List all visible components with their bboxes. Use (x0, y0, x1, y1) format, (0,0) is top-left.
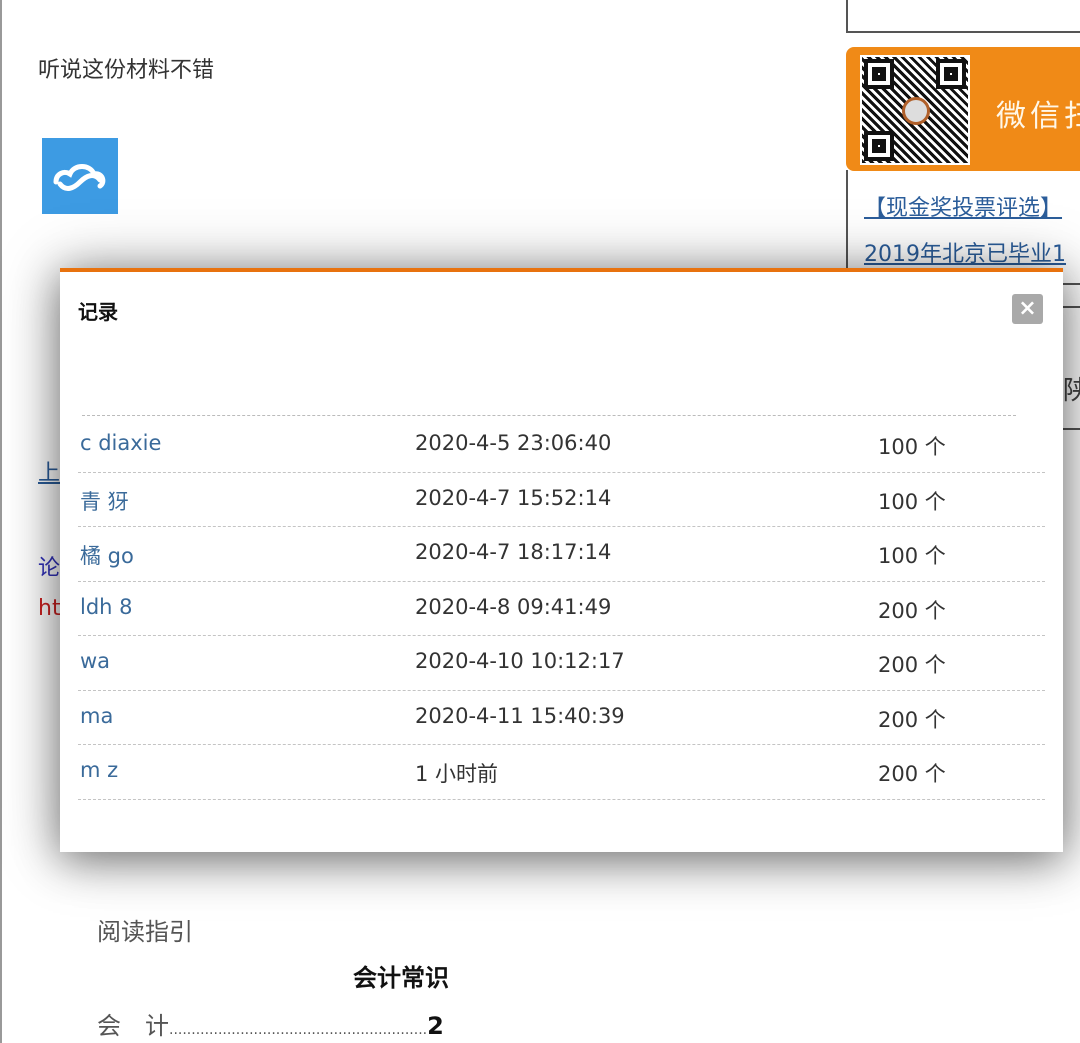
sidebar-link[interactable]: 2019年北京已毕业1 (864, 236, 1066, 268)
user-name[interactable]: 橘 go (80, 540, 134, 570)
record-amount: 200 个 (878, 762, 946, 786)
table-row: c diaxie 2020-4-5 23:06:40 100 个 (78, 417, 1045, 473)
divider (1063, 283, 1080, 285)
divider (1063, 428, 1080, 430)
record-time: 2020-4-8 09:41:49 (415, 594, 612, 619)
record-amount: 200 个 (878, 598, 946, 623)
record-amount: 200 个 (878, 707, 946, 732)
table-row: m z 1 小时前 200 个 (78, 744, 1045, 800)
sidebar-box (846, 0, 1080, 33)
toc-entry[interactable]: 会 计.....................................… (97, 1006, 444, 1041)
sidebar-partial-text: 陕 (1063, 376, 1080, 406)
cloud-icon[interactable] (42, 138, 118, 214)
user-name[interactable]: 青 犽 (80, 486, 129, 516)
bg-link[interactable]: ht (38, 596, 61, 621)
toc-dots: ........................................… (169, 1022, 428, 1038)
user-name[interactable]: ma (80, 704, 113, 728)
wechat-banner[interactable]: 微信扫 (846, 47, 1080, 171)
record-amount: 100 个 (878, 435, 946, 459)
record-amount: 100 个 (878, 544, 946, 568)
divider (1063, 306, 1080, 308)
table-row: 橘 go 2020-4-7 18:17:14 100 个 (78, 526, 1045, 582)
record-amount: 200 个 (878, 653, 946, 677)
qr-code-icon (860, 55, 970, 165)
record-time: 2020-4-7 15:52:14 (415, 485, 612, 510)
record-time: 2020-4-11 15:40:39 (415, 703, 625, 728)
user-name[interactable]: ldh 8 (80, 595, 133, 619)
divider (82, 415, 1016, 416)
user-name[interactable]: wa (80, 649, 110, 673)
sidebar-link[interactable]: 【现金奖投票评选】 (864, 190, 1062, 222)
table-row: wa 2020-4-10 10:12:17 200 个 (78, 635, 1045, 691)
table-row: ma 2020-4-11 15:40:39 200 个 (78, 690, 1045, 745)
page-border (0, 0, 2, 1043)
toc-label: 会 计 (97, 1012, 169, 1040)
record-amount: 100 个 (878, 489, 946, 514)
section-title: 会计常识 (353, 964, 449, 992)
record-time: 1 小时前 (415, 762, 499, 786)
table-row: ldh 8 2020-4-8 09:41:49 200 个 (78, 581, 1045, 636)
record-time: 2020-4-5 23:06:40 (415, 431, 612, 455)
intro-text: 听说这份材料不错 (38, 58, 215, 83)
table-row: 青 犽 2020-4-7 15:52:14 100 个 (78, 472, 1045, 527)
bg-link[interactable]: 论 (38, 550, 60, 582)
records-modal: 记录 × c diaxie 2020-4-5 23:06:40 100 个 青 犽 2… (60, 268, 1063, 852)
bg-link[interactable]: 上 (38, 455, 60, 487)
reading-guide-heading: 阅读指引 (97, 918, 193, 946)
user-name[interactable]: m z (80, 758, 118, 782)
close-button[interactable]: × (1012, 294, 1043, 324)
record-time: 2020-4-10 10:12:17 (415, 649, 625, 673)
toc-page: 2 (427, 1012, 444, 1040)
user-name[interactable]: c diaxie (80, 431, 161, 455)
banner-text: 微信扫 (996, 99, 1080, 134)
record-time: 2020-4-7 18:17:14 (415, 540, 612, 564)
modal-title: 记录 (78, 300, 118, 324)
